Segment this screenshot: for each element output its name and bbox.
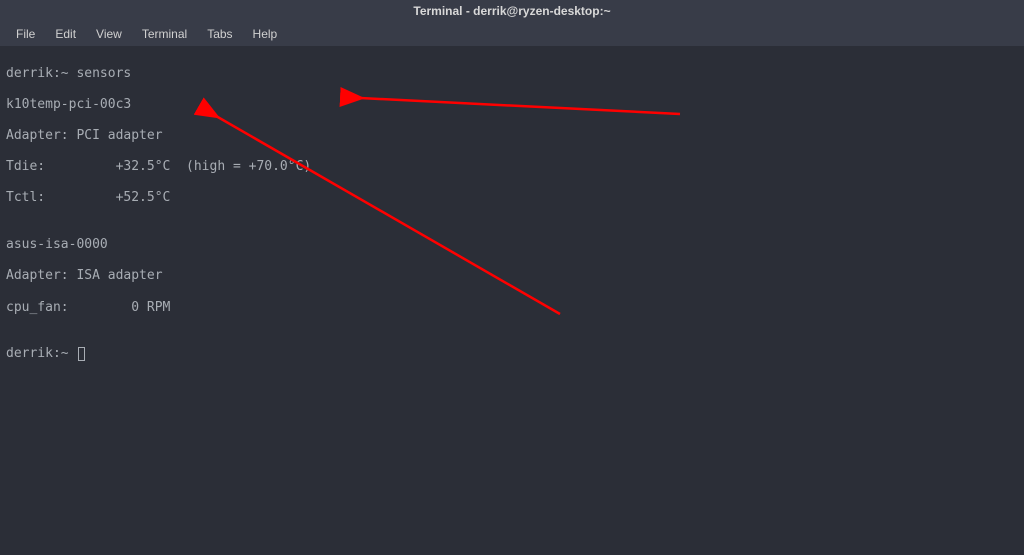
menu-view[interactable]: View <box>88 25 130 43</box>
menu-tabs[interactable]: Tabs <box>199 25 240 43</box>
menu-help[interactable]: Help <box>245 25 286 43</box>
menu-file[interactable]: File <box>8 25 43 43</box>
menu-terminal[interactable]: Terminal <box>134 25 195 43</box>
terminal-line-cpu-fan: cpu_fan: 0 RPM <box>6 300 1018 316</box>
terminal-line-sensor-chip-2: asus-isa-0000 <box>6 237 1018 253</box>
terminal-output[interactable]: derrik:~ sensors k10temp-pci-00c3 Adapte… <box>0 46 1024 381</box>
menu-edit[interactable]: Edit <box>47 25 84 43</box>
terminal-line-sensor-chip-1: k10temp-pci-00c3 <box>6 97 1018 113</box>
terminal-line-prompt-command: derrik:~ sensors <box>6 66 1018 82</box>
terminal-line-tctl: Tctl: +52.5°C <box>6 190 1018 206</box>
terminal-line-adapter-2: Adapter: ISA adapter <box>6 268 1018 284</box>
cursor-icon <box>78 347 85 361</box>
terminal-line-tdie: Tdie: +32.5°C (high = +70.0°C) <box>6 159 1018 175</box>
menubar: File Edit View Terminal Tabs Help <box>0 22 1024 46</box>
window-title: Terminal - derrik@ryzen-desktop:~ <box>413 4 610 18</box>
window-titlebar: Terminal - derrik@ryzen-desktop:~ <box>0 0 1024 22</box>
terminal-line-adapter-1: Adapter: PCI adapter <box>6 128 1018 144</box>
prompt-text: derrik:~ <box>6 346 76 361</box>
terminal-line-prompt-idle: derrik:~ <box>6 346 1018 362</box>
